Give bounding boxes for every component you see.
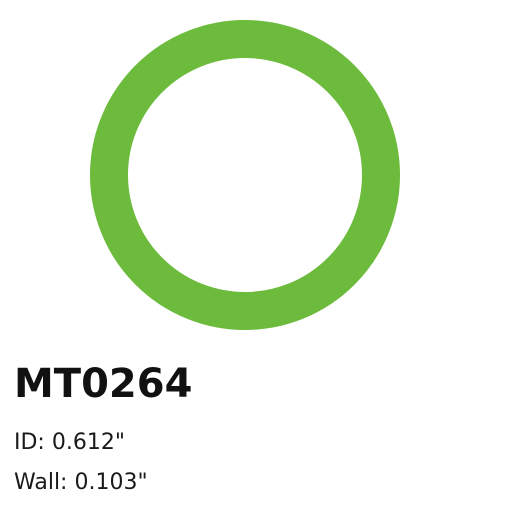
product-card: MT0264 ID: 0.612" Wall: 0.103": [0, 0, 512, 512]
inner-diameter-spec: ID: 0.612": [14, 430, 125, 455]
wall-thickness-spec: Wall: 0.103": [14, 470, 148, 495]
o-ring-icon: [90, 20, 400, 330]
o-ring-image: [0, 0, 512, 350]
part-number: MT0264: [14, 361, 193, 407]
